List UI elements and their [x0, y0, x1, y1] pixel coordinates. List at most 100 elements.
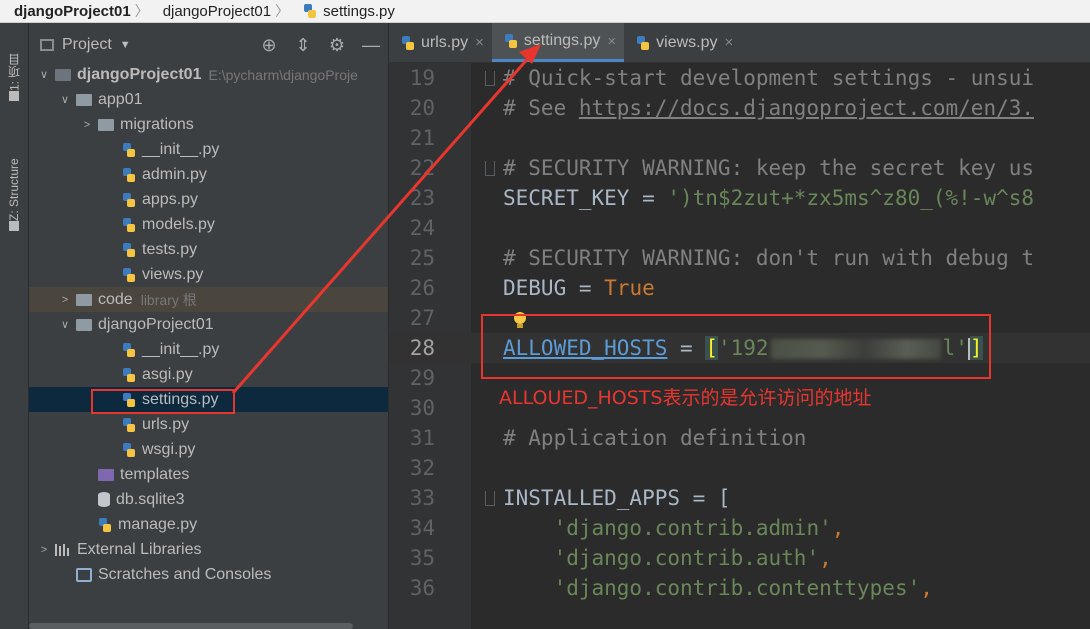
horizontal-scrollbar[interactable] — [29, 623, 353, 629]
python-file-icon — [401, 35, 415, 51]
line-number: 24 — [409, 216, 435, 240]
tree-item[interactable]: > migrations — [29, 112, 388, 137]
editor-tab[interactable]: settings.py × — [491, 23, 625, 62]
chevron-down-icon[interactable]: ∨ — [58, 93, 72, 106]
editor-tab-label: settings.py — [523, 32, 601, 49]
editor-tab[interactable]: urls.py × — [389, 23, 492, 62]
code-line: 20 # See https://docs.djangoproject.com/e… — [389, 93, 1090, 123]
breadcrumb-item[interactable]: djangoProject01 — [0, 3, 135, 20]
python-file-icon — [122, 442, 136, 458]
tree-item[interactable]: asgi.py — [29, 362, 388, 387]
code-token: , — [831, 516, 845, 540]
python-file-icon — [303, 3, 317, 19]
code-token: # SECURITY WARNING: don't run with debug… — [503, 246, 1035, 270]
tree-item-label: urls.py — [142, 415, 190, 433]
code-line: 23 SECRET_KEY = ')tn$2zut+*zx5ms^z80_(%!-… — [389, 183, 1090, 213]
code-line: 24 — [389, 213, 1090, 243]
code-line: 32 — [389, 453, 1090, 483]
project-panel: Project ▼ ⊕ ⇕ ⚙ — ∨ djangoProject01 E:\pyc… — [29, 23, 388, 629]
hide-icon[interactable]: — — [354, 35, 388, 55]
gear-icon[interactable]: ⚙ — [320, 35, 354, 55]
locate-target-icon[interactable]: ⊕ — [252, 35, 286, 55]
code-text: # SECURITY WARNING: keep the secret key … — [503, 156, 1034, 180]
line-number: 33 — [409, 486, 435, 510]
tree-item-hint: library 根 — [140, 291, 197, 308]
editor-tab-bar: urls.py × settings.py × views.py × — [389, 23, 1090, 63]
tree-item[interactable]: > External Libraries — [29, 537, 388, 562]
collapse-all-icon[interactable]: ⇕ — [286, 35, 320, 55]
folder-icon — [55, 68, 71, 81]
breadcrumb-item[interactable]: djangoProject01 — [149, 3, 275, 20]
tree-item[interactable]: Scratches and Consoles — [29, 562, 388, 587]
tree-item[interactable]: ∨ app01 — [29, 87, 388, 112]
tree-item[interactable]: > code library 根 — [29, 287, 388, 312]
fold-marker-icon[interactable] — [485, 160, 495, 176]
tree-item[interactable]: views.py — [29, 262, 388, 287]
code-line: 22 # SECURITY WARNING: keep the secret ke… — [389, 153, 1090, 183]
tool-tab-project[interactable]: 1: 项目 — [4, 37, 24, 107]
tree-item[interactable]: urls.py — [29, 412, 388, 437]
tree-item-hint: E:\pycharm\djangoProje — [208, 66, 358, 83]
code-text: # SECURITY WARNING: don't run with debug… — [503, 246, 1034, 270]
python-file-icon — [122, 367, 136, 383]
tool-tab-structure[interactable]: Z: Structure — [4, 127, 24, 237]
tree-item[interactable]: __init__.py — [29, 337, 388, 362]
code-token: 'django.contrib.contenttypes' — [553, 576, 921, 600]
tree-item-label: wsgi.py — [142, 440, 196, 458]
python-file-icon — [122, 217, 136, 233]
chevron-right-icon[interactable]: > — [37, 544, 51, 556]
chevron-right-icon[interactable]: > — [80, 119, 94, 131]
tree-item[interactable]: manage.py — [29, 512, 388, 537]
tree-item-label: admin.py — [142, 165, 207, 183]
tree-item[interactable]: __init__.py — [29, 137, 388, 162]
code-line: 31 # Application definition — [389, 423, 1090, 453]
tree-item[interactable]: tests.py — [29, 237, 388, 262]
chevron-down-icon[interactable]: ▼ — [120, 39, 131, 51]
chevron-down-icon[interactable]: ∨ — [37, 68, 51, 81]
tree-item[interactable]: ∨ djangoProject01 E:\pycharm\djangoProje — [29, 62, 388, 87]
python-file-icon — [122, 142, 136, 158]
code-line: 21 — [389, 123, 1090, 153]
tree-item-label: Scratches and Consoles — [98, 565, 272, 583]
structure-icon — [9, 221, 19, 231]
python-file-icon — [122, 267, 136, 283]
close-icon[interactable]: × — [475, 34, 484, 51]
chevron-right-icon[interactable]: > — [58, 294, 72, 306]
line-number: 20 — [409, 96, 435, 120]
tree-item[interactable]: models.py — [29, 212, 388, 237]
tree-item-label: views.py — [142, 265, 204, 283]
breadcrumb-separator-icon: 〉 — [134, 3, 149, 19]
python-file-icon — [122, 242, 136, 258]
folder-icon — [98, 468, 114, 481]
editor-tab[interactable]: views.py × — [624, 23, 741, 62]
code-token: = — [566, 276, 605, 300]
tree-item[interactable]: ∨ djangoProject01 — [29, 312, 388, 337]
code-line: 33 INSTALLED_APPS = [ — [389, 483, 1090, 513]
chevron-down-icon[interactable]: ∨ — [58, 318, 72, 331]
tree-item[interactable]: db.sqlite3 — [29, 487, 388, 512]
fold-marker-icon[interactable] — [485, 70, 495, 86]
line-number: 30 — [409, 396, 435, 420]
tree-item[interactable]: templates — [29, 462, 388, 487]
close-icon[interactable]: × — [725, 34, 734, 51]
database-icon — [98, 492, 110, 507]
close-icon[interactable]: × — [607, 33, 616, 50]
tree-item-label: __init__.py — [142, 140, 220, 158]
fold-marker-icon[interactable] — [485, 490, 495, 506]
code-line: 25 # SECURITY WARNING: don't run with deb… — [389, 243, 1090, 273]
code-text: 'django.contrib.contenttypes', — [503, 576, 933, 600]
tree-item[interactable]: wsgi.py — [29, 437, 388, 462]
breadcrumb-item[interactable]: settings.py — [289, 3, 399, 20]
project-view-selector[interactable]: Project — [62, 36, 112, 54]
code-token: 'django.contrib.admin' — [553, 516, 832, 540]
folder-icon — [76, 93, 92, 106]
tree-item-label: migrations — [120, 115, 194, 133]
tree-item[interactable]: admin.py — [29, 162, 388, 187]
breadcrumb: djangoProject01 〉 djangoProject01 〉 settings… — [0, 0, 1090, 23]
code-line: 34 'django.contrib.admin', — [389, 513, 1090, 543]
tree-item[interactable]: apps.py — [29, 187, 388, 212]
line-number: 35 — [409, 546, 435, 570]
breadcrumb-separator-icon: 〉 — [275, 3, 290, 19]
